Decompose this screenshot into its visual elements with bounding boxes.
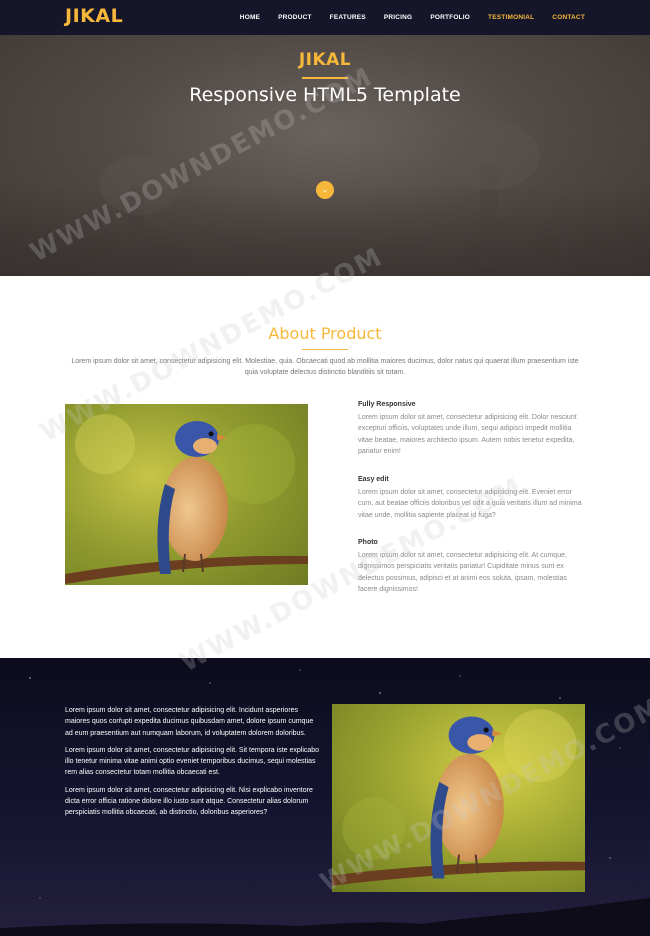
- feature-title: Easy edit: [358, 476, 389, 483]
- feature-text: Lorem ipsum dolor sit amet, consectetur …: [358, 552, 567, 593]
- nav-menu: HOME PRODUCT FEATURES PRICING PORTFOLIO …: [222, 14, 585, 21]
- dark-paragraph: Lorem ipsum dolor sit amet, consectetur …: [65, 746, 320, 777]
- dark-paragraph: Lorem ipsum dolor sit amet, consectetur …: [65, 707, 314, 737]
- hero-section: [0, 35, 650, 276]
- feature-title: Fully Responsive: [358, 401, 416, 408]
- nav-item-product[interactable]: PRODUCT: [278, 14, 312, 21]
- hero-subtitle: Responsive HTML5 Template: [189, 84, 461, 106]
- feature-easy-edit: Easy edit Lorem ipsum dolor sit amet, co…: [358, 476, 586, 521]
- scroll-down-button[interactable]: ⌄: [316, 181, 334, 199]
- bird-photo-2: [332, 704, 585, 892]
- nav-item-home[interactable]: HOME: [240, 14, 260, 21]
- hero-title: JIKAL: [298, 50, 352, 70]
- dark-paragraph: Lorem ipsum dolor sit amet, consectetur …: [65, 786, 313, 817]
- about-title: About Product: [268, 324, 382, 343]
- dark-section-text: Lorem ipsum dolor sit amet, consectetur …: [65, 705, 320, 825]
- top-navbar: JIKAL HOME PRODUCT FEATURES PRICING PORT…: [0, 0, 650, 35]
- nav-item-portfolio[interactable]: PORTFOLIO: [430, 14, 470, 21]
- nav-item-testimonial[interactable]: TESTIMONIAL: [488, 14, 534, 21]
- about-divider: [302, 349, 348, 350]
- feature-text: Lorem ipsum dolor sit amet, consectetur …: [358, 414, 577, 455]
- bird-image-2: [332, 704, 585, 892]
- hero-mist: [0, 186, 650, 276]
- bird-image: [65, 404, 308, 585]
- nav-item-features[interactable]: FEATURES: [330, 14, 366, 21]
- nav-item-pricing[interactable]: PRICING: [384, 14, 413, 21]
- hero-divider: [302, 77, 348, 79]
- bird-photo: [65, 404, 308, 585]
- feature-title: Photo: [358, 539, 378, 546]
- nav-item-contact[interactable]: CONTACT: [552, 14, 585, 21]
- site-logo[interactable]: JIKAL: [65, 5, 123, 27]
- feature-photo: Photo Lorem ipsum dolor sit amet, consec…: [358, 539, 586, 595]
- about-description: Lorem ipsum dolor sit amet, consectetur …: [71, 358, 579, 376]
- feature-text: Lorem ipsum dolor sit amet, consectetur …: [358, 489, 582, 519]
- feature-responsive: Fully Responsive Lorem ipsum dolor sit a…: [358, 401, 586, 457]
- chevron-down-icon: ⌄: [321, 185, 329, 194]
